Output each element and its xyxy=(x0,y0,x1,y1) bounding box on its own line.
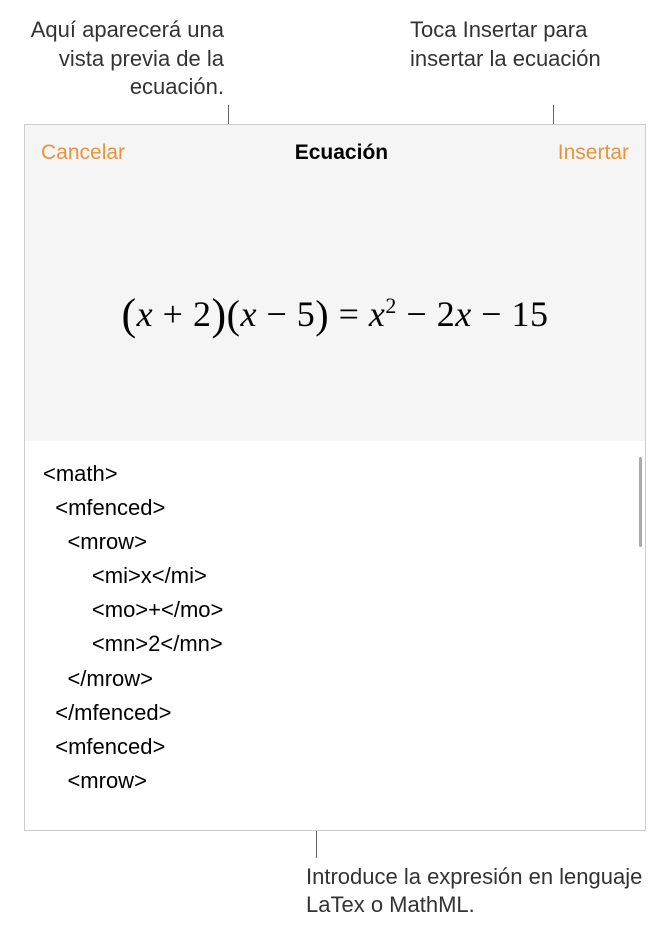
dialog-title: Ecuación xyxy=(295,141,388,165)
equation-dialog: Cancelar Ecuación Insertar (x + 2)(x − 5… xyxy=(24,124,646,831)
callout-preview: Aquí aparecerá una vista previa de la ec… xyxy=(24,16,224,102)
cancel-button[interactable]: Cancelar xyxy=(41,141,125,165)
insert-button[interactable]: Insertar xyxy=(558,141,629,165)
equation-preview: (x + 2)(x − 5) = x2 − 2x − 15 xyxy=(25,181,645,441)
callout-insert: Toca Insertar para insertar la ecuación xyxy=(410,16,610,73)
callout-input: Introduce la expresión en lenguaje LaTex… xyxy=(306,863,646,920)
scrollbar[interactable] xyxy=(639,457,642,547)
rendered-equation: (x + 2)(x − 5) = x2 − 2x − 15 xyxy=(122,286,549,337)
equation-input[interactable]: <math> <mfenced> <mrow> <mi>x</mi> <mo>+… xyxy=(25,441,645,830)
dialog-header: Cancelar Ecuación Insertar xyxy=(25,125,645,181)
